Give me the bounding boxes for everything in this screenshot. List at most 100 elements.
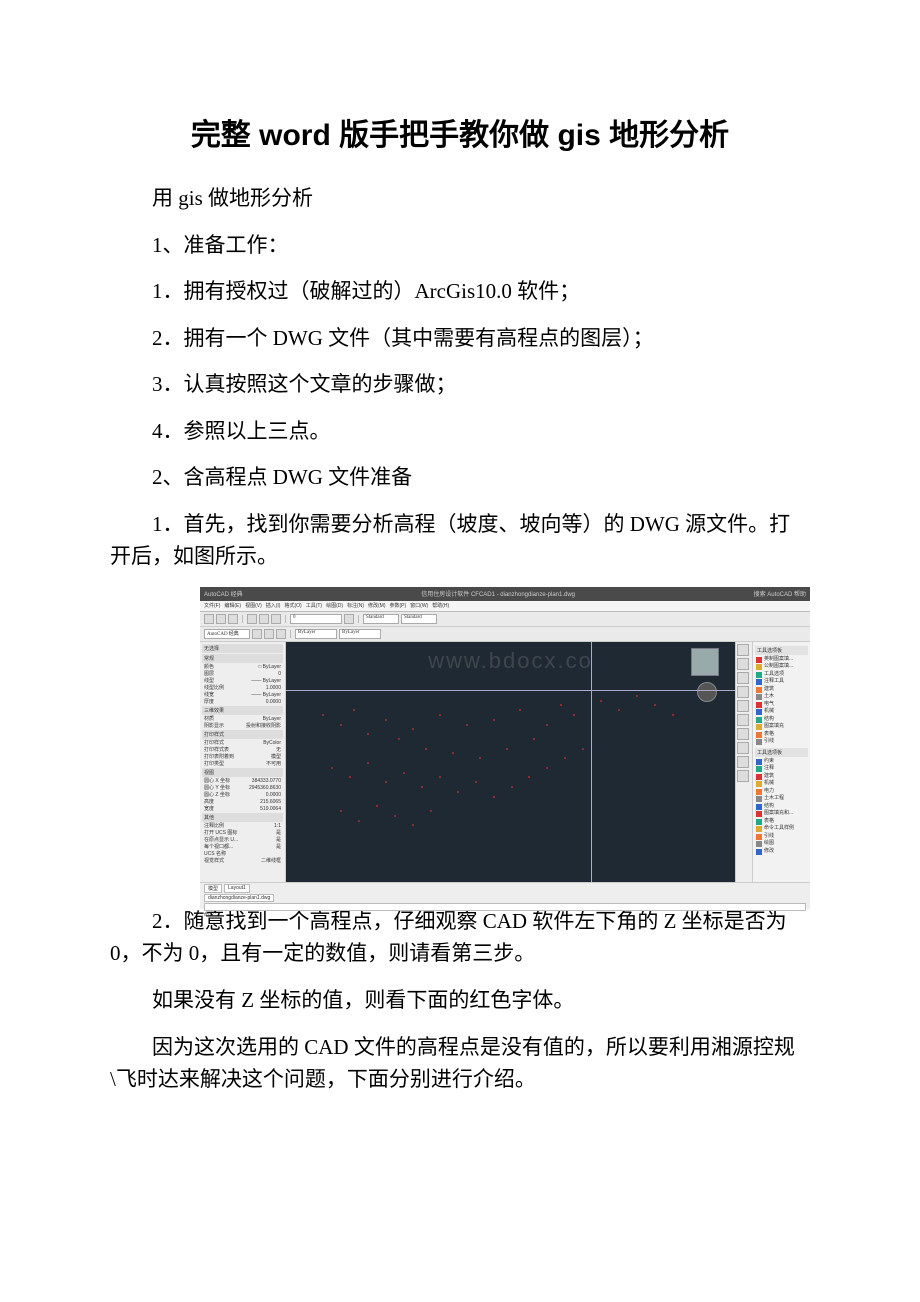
palette-item[interactable]: 机械: [764, 708, 774, 716]
palette-item[interactable]: 机械: [764, 780, 774, 788]
rtool-icon[interactable]: [737, 700, 749, 712]
prop-v-color[interactable]: □ ByLayer: [258, 664, 281, 671]
rtool-icon[interactable]: [737, 714, 749, 726]
prop-v-lweight[interactable]: —— ByLayer: [251, 692, 281, 699]
cad-toolbar-2: AutoCAD 经典 ByLayer ByLayer: [200, 627, 810, 642]
prop-k-cx: 圆心 X 坐标: [204, 778, 230, 785]
style-dropdown-2[interactable]: Standard: [401, 614, 437, 624]
prop-v-ltype[interactable]: —— ByLayer: [251, 678, 281, 685]
palette-item-icon: [756, 766, 762, 772]
tb-undo-icon[interactable]: [259, 614, 269, 624]
rtool-icon[interactable]: [737, 742, 749, 754]
tb-new-icon[interactable]: [204, 614, 214, 624]
file-tab[interactable]: dianzhongdianze-plan1.dwg: [204, 894, 274, 902]
linetype-bylayer-dropdown[interactable]: ByLayer: [339, 629, 381, 639]
rtool-icon[interactable]: [737, 644, 749, 656]
rtool-icon[interactable]: [737, 672, 749, 684]
palette-item[interactable]: 命令工具样例: [764, 825, 794, 833]
palette-item-icon: [756, 702, 762, 708]
cad-right-toolbar: [735, 642, 752, 882]
layer-dropdown[interactable]: 0: [290, 614, 342, 624]
menu-format[interactable]: 格式(O): [284, 602, 301, 609]
tb-icon[interactable]: [252, 629, 262, 639]
palette-item[interactable]: 公制图案填...: [764, 663, 793, 671]
tb-layer-icon[interactable]: [344, 614, 354, 624]
cad-body: 无选择 常规 颜色□ ByLayer 图层0 线型—— ByLayer 线型比例…: [200, 642, 810, 882]
rtool-icon[interactable]: [737, 658, 749, 670]
menu-file[interactable]: 文件(F): [204, 602, 220, 609]
palette-item[interactable]: 土木: [764, 693, 774, 701]
tab-model[interactable]: 模型: [204, 884, 222, 893]
tb-icon[interactable]: [276, 629, 286, 639]
tab-layout1[interactable]: Layout1: [224, 884, 250, 893]
rtool-icon[interactable]: [737, 728, 749, 740]
prop-v-ucsorig[interactable]: 是: [276, 837, 281, 844]
menu-view[interactable]: 视图(V): [245, 602, 262, 609]
tb-open-icon[interactable]: [216, 614, 226, 624]
palette-item-icon: [756, 804, 762, 810]
prop-k-color: 颜色: [204, 664, 214, 671]
menu-dim[interactable]: 标注(N): [347, 602, 364, 609]
menu-edit[interactable]: 编辑(E): [224, 602, 241, 609]
palette-item[interactable]: 注释工具: [764, 678, 784, 686]
cad-help-search: 搜索 AutoCAD 帮助: [754, 589, 806, 598]
menu-draw[interactable]: 绘图(D): [326, 602, 343, 609]
palette-item-icon: [756, 694, 762, 700]
cad-menubar: 文件(F) 编辑(E) 视图(V) 插入(I) 格式(O) 工具(T) 绘图(D…: [200, 601, 810, 612]
palette-header-1: 工具选项板: [755, 646, 808, 655]
command-line[interactable]: [204, 903, 806, 911]
menu-help[interactable]: 帮助(H): [432, 602, 449, 609]
palette-item[interactable]: 引线: [764, 738, 774, 746]
tb-print-icon[interactable]: [247, 614, 257, 624]
prop-v-cx[interactable]: 384333.0770: [252, 778, 281, 785]
prop-noselect: 无选择: [202, 644, 283, 653]
rtool-icon[interactable]: [737, 770, 749, 782]
tb-redo-icon[interactable]: [271, 614, 281, 624]
cad-bottom-area: 模型 Layout1 dianzhongdianze-plan1.dwg 命令：: [200, 882, 810, 909]
cad-drawing-area[interactable]: www.bdocx.co: [286, 642, 735, 882]
prop-v-ascale[interactable]: 1:1: [274, 823, 281, 830]
prop-v-w[interactable]: 519.0064: [260, 806, 281, 813]
prop-v-thick[interactable]: 0.0000: [266, 699, 281, 706]
prop-v-pattach[interactable]: 模型: [271, 754, 281, 761]
prop-v-shadow[interactable]: 投射和接收阴影: [246, 723, 281, 730]
palette-item-icon: [756, 657, 762, 663]
prop-v-vstyle[interactable]: 二维线框: [261, 858, 281, 865]
menu-insert[interactable]: 插入(I): [266, 602, 281, 609]
acad-classic-dropdown[interactable]: AutoCAD 经典: [204, 629, 250, 639]
rtool-icon[interactable]: [737, 686, 749, 698]
prop-v-pstyle[interactable]: ByColor: [263, 740, 281, 747]
prop-v-ltscale[interactable]: 1.0000: [266, 685, 281, 692]
style-dropdown-1[interactable]: Standard: [363, 614, 399, 624]
rtool-icon[interactable]: [737, 756, 749, 768]
prop-v-ucsicon[interactable]: 是: [276, 830, 281, 837]
prop-v-cy[interactable]: 2945360.8630: [249, 785, 281, 792]
para-prep-3: 3．认真按照这个文章的步骤做；: [110, 368, 810, 401]
palette-item-icon: [756, 739, 762, 745]
menu-modify[interactable]: 修改(M): [368, 602, 386, 609]
tb-save-icon[interactable]: [228, 614, 238, 624]
palette-header-3: 工具选项板: [755, 748, 808, 757]
menu-window[interactable]: 窗口(W): [410, 602, 428, 609]
prop-v-ptable[interactable]: 无: [276, 747, 281, 754]
palette-item[interactable]: 土木工程: [764, 795, 784, 803]
palette-item[interactable]: 图案填充: [764, 723, 784, 731]
prop-v-layer[interactable]: 0: [278, 671, 281, 678]
palette-item[interactable]: 修改: [764, 848, 774, 856]
palette-item-icon: [756, 781, 762, 787]
color-bylayer-dropdown[interactable]: ByLayer: [295, 629, 337, 639]
palette-item[interactable]: 注释: [764, 765, 774, 773]
tb-icon[interactable]: [264, 629, 274, 639]
prop-v-ptype[interactable]: 不可用: [266, 761, 281, 768]
prop-v-ucsvp[interactable]: 是: [276, 844, 281, 851]
menu-tools[interactable]: 工具(T): [306, 602, 322, 609]
prop-v-mat[interactable]: ByLayer: [263, 716, 281, 723]
palette-item[interactable]: 图案填充和...: [764, 810, 793, 818]
palette-item[interactable]: 绘图: [764, 840, 774, 848]
prop-v-cz[interactable]: 0.0000: [266, 792, 281, 799]
para-prep-2: 2．拥有一个 DWG 文件（其中需要有高程点的图层）；: [110, 322, 810, 355]
menu-param[interactable]: 参数(P): [390, 602, 407, 609]
prop-k-ltscale: 线型比例: [204, 685, 224, 692]
prop-v-h[interactable]: 215.6065: [260, 799, 281, 806]
palette-item-icon: [756, 811, 762, 817]
